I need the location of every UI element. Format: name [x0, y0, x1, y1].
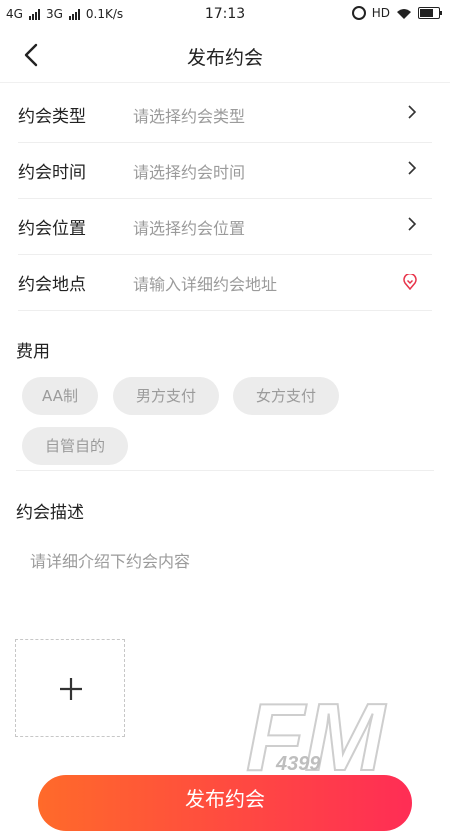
address-input[interactable]: 请输入详细约会地址: [133, 271, 277, 295]
battery-level-fill: [420, 9, 433, 17]
chevron-right-icon: [404, 160, 420, 176]
hd-indicator: HD: [371, 6, 390, 20]
time-select[interactable]: 请选择约会时间: [133, 159, 245, 183]
description-textarea[interactable]: 请详细介绍下约会内容: [30, 548, 190, 572]
cost-option-aa[interactable]: AA制: [22, 377, 98, 415]
cost-option-female-pays[interactable]: 女方支付: [233, 377, 339, 415]
form-row-label: 约会类型: [18, 107, 86, 127]
fm-4399-watermark-logo: FM 4399: [245, 688, 388, 784]
wifi-icon: [396, 8, 412, 19]
status-bar: 4G 3G 0.1K/s 17:13 HD: [0, 0, 450, 28]
form-row-address[interactable]: 约会地点 请输入详细约会地址: [18, 254, 432, 311]
svg-text:4399: 4399: [275, 753, 321, 775]
publish-button[interactable]: 发布约会: [38, 775, 412, 831]
form-row-label: 约会位置: [18, 219, 86, 239]
battery-icon: [418, 7, 442, 19]
form-row-time[interactable]: 约会时间 请选择约会时间: [18, 142, 432, 199]
description-section-title: 约会描述: [16, 503, 84, 523]
form-row-label: 约会时间: [18, 163, 86, 183]
alarm-icon: [351, 6, 366, 20]
form-row-position[interactable]: 约会位置 请选择约会位置: [18, 198, 432, 255]
cost-section-title: 费用: [16, 342, 50, 362]
location-pin-icon[interactable]: [402, 273, 420, 292]
add-photo-button[interactable]: [15, 639, 125, 737]
chevron-right-icon: [404, 104, 420, 120]
type-select[interactable]: 请选择约会类型: [133, 103, 245, 127]
cost-option-self-pay[interactable]: 自管自的: [22, 427, 128, 465]
chevron-right-icon: [404, 216, 420, 232]
position-select[interactable]: 请选择约会位置: [133, 215, 245, 239]
section-divider: [16, 470, 434, 471]
plus-icon: [60, 678, 82, 700]
cost-option-male-pays[interactable]: 男方支付: [113, 377, 219, 415]
form-row-label: 约会地点: [18, 275, 86, 295]
header: 发布约会: [0, 28, 450, 83]
form-row-type[interactable]: 约会类型 请选择约会类型: [18, 86, 432, 143]
page-title: 发布约会: [186, 47, 263, 69]
